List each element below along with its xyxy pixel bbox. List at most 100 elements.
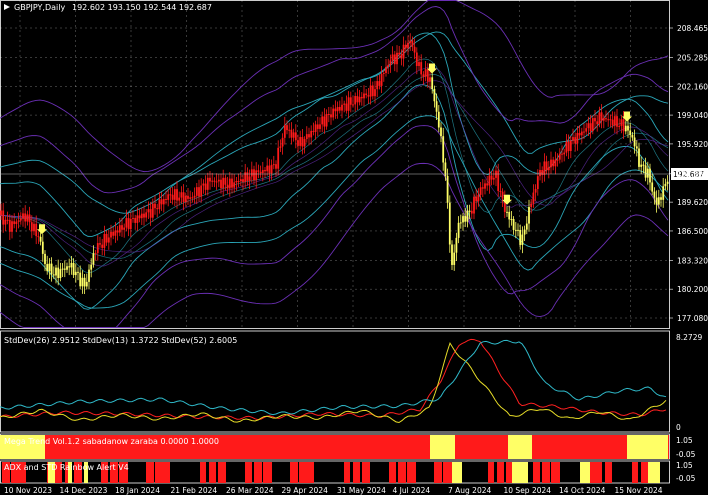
candle-body bbox=[226, 184, 229, 189]
candle-body bbox=[343, 103, 346, 105]
candle-body bbox=[332, 108, 335, 118]
adx-bull-bar bbox=[605, 462, 612, 483]
adx-bull-bar bbox=[632, 462, 638, 483]
candle-body bbox=[477, 194, 480, 202]
price-tick: 189.620 bbox=[677, 198, 708, 207]
candle-body bbox=[151, 203, 154, 218]
candle-body bbox=[259, 171, 262, 174]
candle-body bbox=[149, 209, 152, 218]
candle-body bbox=[237, 180, 240, 182]
time-tick: 14 Oct 2024 bbox=[559, 486, 606, 495]
candle-body bbox=[308, 134, 310, 138]
candle-body bbox=[468, 210, 471, 212]
candle-body bbox=[431, 77, 434, 89]
candle-body bbox=[310, 130, 313, 138]
candle-body bbox=[391, 54, 394, 61]
candle-body bbox=[63, 268, 66, 270]
candle-body bbox=[323, 116, 326, 127]
candle-body bbox=[30, 222, 33, 232]
candle-body bbox=[178, 197, 181, 201]
candle-body bbox=[367, 95, 370, 97]
adx-header: ADX and STD Rainbow Alert V4 bbox=[4, 463, 129, 472]
candle-body bbox=[79, 272, 82, 287]
candle-body bbox=[464, 216, 467, 222]
candle-body bbox=[215, 181, 218, 183]
adx-bull-bar bbox=[299, 462, 308, 483]
candle-body bbox=[132, 217, 134, 219]
candle-body bbox=[385, 67, 387, 73]
candle-body bbox=[345, 103, 348, 111]
candle-body bbox=[92, 253, 95, 265]
candle-body bbox=[651, 182, 654, 192]
candle-body bbox=[33, 223, 35, 232]
candle-body bbox=[358, 96, 361, 103]
time-tick: 29 Apr 2024 bbox=[282, 486, 329, 495]
candle-body bbox=[492, 177, 495, 180]
candle-body bbox=[336, 106, 339, 112]
candle-body bbox=[297, 140, 299, 146]
candle-body bbox=[413, 46, 416, 53]
candle-body bbox=[173, 189, 176, 200]
candle-body bbox=[536, 176, 539, 190]
candle-body bbox=[558, 153, 561, 160]
candle-body bbox=[583, 131, 585, 133]
candle-body bbox=[277, 147, 280, 169]
candle-body bbox=[94, 252, 97, 254]
adx-bear-bar bbox=[648, 462, 660, 483]
candle-body bbox=[294, 132, 297, 141]
candle-body bbox=[646, 168, 649, 178]
candle-body bbox=[657, 197, 660, 205]
stddev-header: StdDev(26) 2.9512 StdDev(13) 1.3722 StdD… bbox=[4, 336, 237, 345]
candle-body bbox=[61, 268, 64, 270]
candle-body bbox=[627, 125, 629, 131]
candle-body bbox=[68, 266, 71, 268]
candle-body bbox=[479, 187, 482, 195]
candle-body bbox=[640, 164, 643, 167]
candle-body bbox=[88, 269, 90, 282]
candle-body bbox=[356, 96, 359, 103]
candle-body bbox=[363, 93, 365, 99]
candle-body bbox=[543, 161, 546, 175]
adx-bull-bar bbox=[443, 462, 452, 483]
candle-body bbox=[272, 164, 275, 166]
candle-body bbox=[565, 141, 568, 153]
candle-body bbox=[114, 230, 117, 236]
candle-body bbox=[352, 104, 354, 106]
candle-body bbox=[380, 73, 383, 86]
adx-bull-bar bbox=[200, 462, 206, 483]
candle-body bbox=[48, 263, 51, 272]
candle-body bbox=[429, 77, 431, 82]
candle-body bbox=[129, 218, 132, 230]
trading-chart[interactable]: 192.687 GBPJPY,Daily 192.602 193.150 192.5… bbox=[0, 0, 708, 495]
time-tick: 4 Jul 2024 bbox=[393, 486, 431, 495]
candle-body bbox=[539, 169, 541, 177]
candle-body bbox=[349, 97, 352, 105]
candle-body bbox=[330, 114, 332, 118]
candle-body bbox=[255, 170, 258, 181]
candle-body bbox=[39, 236, 42, 242]
mega-trend-bear-bar bbox=[627, 435, 668, 459]
adx-bull-bar bbox=[641, 462, 648, 483]
candle-body bbox=[605, 118, 607, 120]
adx-bull-bar bbox=[155, 462, 164, 483]
adx-bull-bar bbox=[254, 462, 262, 483]
candle-body bbox=[213, 180, 216, 182]
time-tick: 18 Jan 2024 bbox=[115, 486, 160, 495]
candle-body bbox=[169, 194, 172, 196]
candle-body bbox=[587, 123, 590, 129]
adx-tick-bottom: -0.05 bbox=[676, 474, 696, 483]
candle-body bbox=[470, 210, 473, 214]
candle-body bbox=[512, 219, 515, 230]
chart-symbol-header: GBPJPY,Daily bbox=[14, 3, 65, 12]
candle-body bbox=[206, 177, 209, 190]
main-panel[interactable] bbox=[0, 0, 670, 329]
candle-body bbox=[396, 52, 398, 65]
candle-body bbox=[376, 81, 379, 90]
candle-body bbox=[578, 132, 581, 136]
candle-body bbox=[55, 267, 57, 276]
candle-body bbox=[283, 125, 286, 138]
candle-body bbox=[35, 223, 38, 237]
candle-body bbox=[121, 225, 123, 230]
candle-body bbox=[365, 93, 368, 96]
candle-body bbox=[609, 119, 612, 121]
